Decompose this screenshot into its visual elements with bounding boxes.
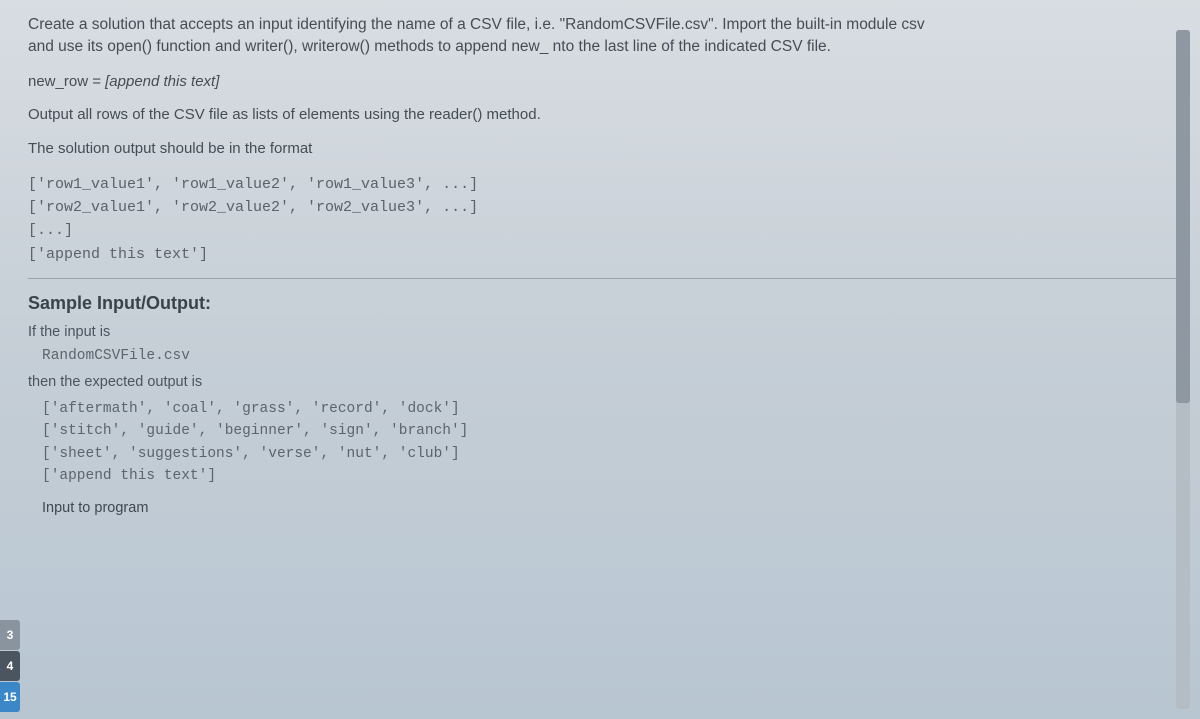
variable-assignment: new_row = [append this text]	[28, 73, 1178, 90]
sample-input-value: RandomCSVFile.csv	[42, 348, 1178, 364]
scrollbar-thumb[interactable]	[1176, 30, 1190, 403]
var-right: [append this text]	[105, 73, 219, 90]
tab-3[interactable]: 3	[0, 620, 20, 650]
then-expected-label: then the expected output is	[28, 374, 1178, 390]
format-description: The solution output should be in the for…	[28, 138, 1178, 161]
tab-15[interactable]: 15	[0, 682, 20, 712]
intro-line-1: Create a solution that accepts an input …	[28, 16, 925, 33]
sample-io-heading: Sample Input/Output:	[28, 293, 1178, 314]
format-block: ['row1_value1', 'row1_value2', 'row1_val…	[28, 173, 1178, 266]
intro-paragraph: Create a solution that accepts an input …	[28, 14, 1178, 59]
input-to-program-label: Input to program	[42, 500, 1178, 516]
output-description: Output all rows of the CSV file as lists…	[28, 104, 1178, 127]
intro-line-2: and use its open() function and writer()…	[28, 38, 831, 55]
sample-output-block: ['aftermath', 'coal', 'grass', 'record',…	[42, 398, 1178, 488]
if-input-label: If the input is	[28, 324, 1178, 340]
left-tab-strip: 3 4 15	[0, 620, 20, 713]
var-left: new_row =	[28, 73, 105, 90]
tab-4[interactable]: 4	[0, 651, 20, 681]
scrollbar-track[interactable]	[1176, 30, 1190, 709]
problem-page: Create a solution that accepts an input …	[0, 0, 1200, 719]
divider-1	[28, 278, 1178, 279]
